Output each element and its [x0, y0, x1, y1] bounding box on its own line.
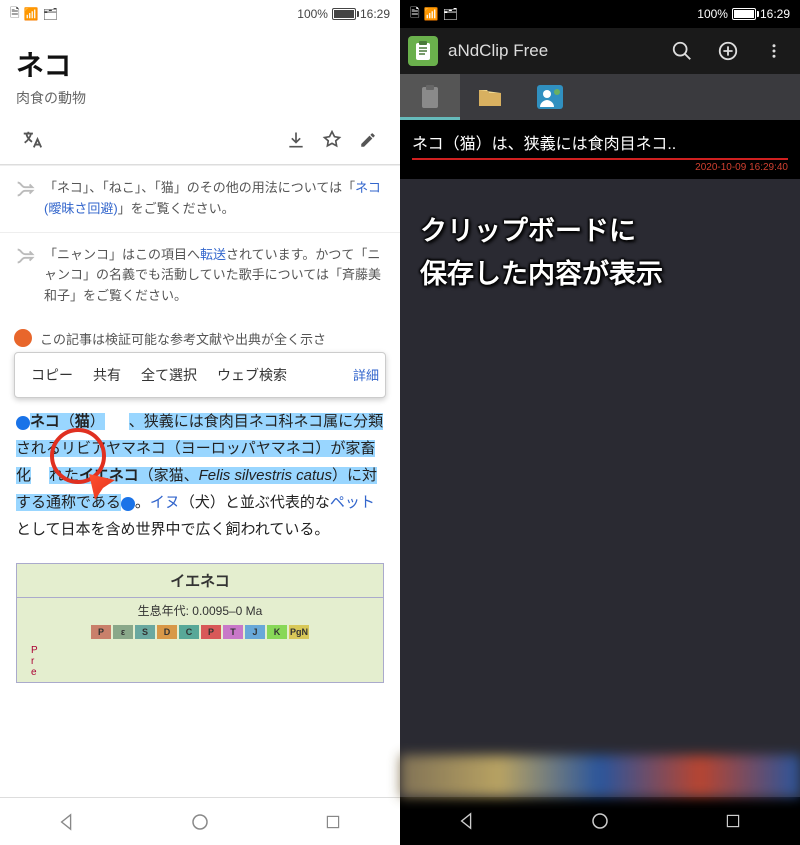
geo-cell: PgN [289, 625, 309, 639]
recent-button[interactable] [313, 802, 353, 842]
geo-cell: K [267, 625, 287, 639]
recent-button[interactable] [713, 801, 753, 841]
doc-icon: 🗎 [410, 4, 420, 25]
geo-cell: P [201, 625, 221, 639]
tab-folder[interactable] [460, 74, 520, 120]
card-icon: 🗂 [43, 7, 58, 21]
article-toolbar [0, 116, 400, 165]
geo-cell: J [245, 625, 265, 639]
battery-pct: 100% [697, 7, 728, 21]
geo-cell: ε [113, 625, 133, 639]
overflow-menu-button[interactable] [756, 33, 792, 69]
wifi-icon: 📶 [24, 7, 39, 21]
infobox: イエネコ 生息年代: 0.0095–0 Ma PεSDCPTJKPgN Pre [16, 563, 384, 683]
system-nav-bar [0, 797, 400, 845]
wifi-icon: 📶 [424, 7, 439, 21]
app-icon [408, 36, 438, 66]
phone-left-wikipedia: 🗎 📶 🗂 100% 16:29 ネコ 肉食の動物 [0, 0, 400, 845]
clip-timestamp: 2020-10-09 16:29:40 [412, 162, 788, 173]
tab-clipboard[interactable] [400, 74, 460, 120]
share-button[interactable]: 共有 [83, 361, 131, 389]
translate-button[interactable] [14, 122, 50, 158]
geo-cell: C [179, 625, 199, 639]
link-pet[interactable]: ペット [330, 494, 375, 511]
clock: 16:29 [760, 7, 790, 21]
hatnote-redirect: 「ニャンコ」はこの項目へ転送されています。かつて「ニャンコ」の名義でも活動してい… [0, 232, 400, 319]
redirect-icon [14, 245, 36, 307]
battery-pct: 100% [297, 7, 328, 21]
status-bar: 🗎 📶 🗂 100% 16:29 [0, 0, 400, 28]
geo-cell: S [135, 625, 155, 639]
selection-end-handle[interactable] [121, 497, 135, 511]
select-all-button[interactable]: 全て選択 [131, 361, 207, 389]
battery-icon [332, 8, 356, 20]
geologic-timescale: PεSDCPTJKPgN [17, 623, 383, 641]
edit-button[interactable] [350, 122, 386, 158]
card-icon: 🗂 [443, 7, 458, 21]
app-bar: aNdClip Free [400, 28, 800, 74]
search-button[interactable] [664, 33, 700, 69]
disambig-icon [14, 178, 36, 220]
phone-right-andclip: 🗎 📶 🗂 100% 16:29 aNdClip Free [400, 0, 800, 845]
selection-start-handle[interactable] [16, 416, 30, 430]
verification-warning: この記事は検証可能な参考文献や出典が全く示さ [0, 319, 400, 348]
article-body[interactable]: ネコ（猫）、狭義には食肉目ネコ科ネコ属に分類されるリビアヤマネコ（ヨーロッパヤマ… [0, 398, 400, 553]
web-search-button[interactable]: ウェブ検索 [207, 361, 297, 389]
clipboard-entry[interactable]: ネコ（猫）は、狭義には食肉目ネコ.. 2020-10-09 16:29:40 [400, 120, 800, 179]
home-button[interactable] [180, 802, 220, 842]
add-button[interactable] [710, 33, 746, 69]
warning-icon [14, 329, 32, 347]
article-header: ネコ 肉食の動物 [0, 28, 400, 116]
back-button[interactable] [447, 801, 487, 841]
clip-underline [412, 158, 788, 160]
page-title: ネコ [16, 44, 384, 84]
infobox-age: 生息年代: 0.0095–0 Ma [17, 598, 383, 623]
clip-text: ネコ（猫）は、狭義には食肉目ネコ.. [412, 130, 788, 154]
page-subtitle: 肉食の動物 [16, 88, 384, 108]
hatnote-disambig: 「ネコ」、「ねこ」、「猫」のその他の用法については「ネコ (曖昧さ回避)」をご覧… [0, 165, 400, 232]
overlay-annotation: クリップボードに 保存した内容が表示 [420, 210, 780, 296]
link-inu[interactable]: イヌ [150, 494, 180, 511]
system-nav-bar [400, 797, 800, 845]
geo-cell: T [223, 625, 243, 639]
geo-cell: D [157, 625, 177, 639]
copy-button[interactable]: コピー [21, 361, 83, 389]
text-selection-menu: コピー 共有 全て選択 ウェブ検索 詳細 [14, 352, 386, 398]
back-button[interactable] [47, 802, 87, 842]
clock: 16:29 [360, 7, 390, 21]
bookmark-button[interactable] [314, 122, 350, 158]
tab-strip [400, 74, 800, 120]
geo-cell: P [91, 625, 111, 639]
ad-banner[interactable] [400, 755, 800, 797]
app-title: aNdClip Free [448, 41, 654, 61]
hatnote-text: 「ニャンコ」はこの項目へ転送されています。かつて「ニャンコ」の名義でも活動してい… [44, 245, 386, 307]
doc-icon: 🗎 [10, 4, 20, 25]
warning-text: この記事は検証可能な参考文献や出典が全く示さ [40, 329, 386, 348]
redirect-link[interactable]: 転送 [200, 247, 226, 262]
infobox-title: イエネコ [17, 564, 383, 598]
detail-link[interactable]: 詳細 [353, 365, 379, 384]
tab-contacts[interactable] [520, 74, 580, 120]
infobox-pre: Pre [17, 641, 383, 682]
status-bar: 🗎 📶 🗂 100% 16:29 [400, 0, 800, 28]
home-button[interactable] [580, 801, 620, 841]
download-button[interactable] [278, 122, 314, 158]
battery-icon [732, 8, 756, 20]
hatnote-text: 「ネコ」、「ねこ」、「猫」のその他の用法については「ネコ (曖昧さ回避)」をご覧… [44, 178, 386, 220]
